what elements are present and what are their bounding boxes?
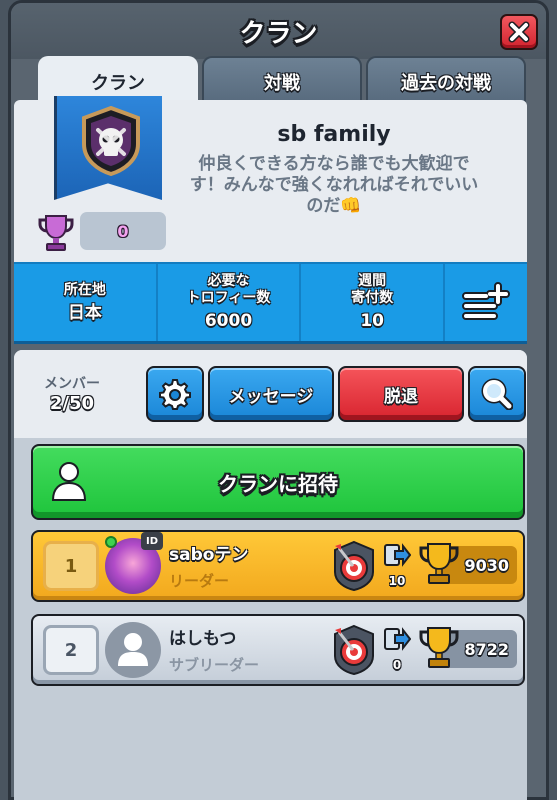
tab-war-history[interactable]: 過去の対戦 <box>366 56 526 106</box>
clan-war-target-icon <box>334 624 374 676</box>
search-button[interactable] <box>468 366 526 422</box>
member-name: はしもつ <box>169 629 237 649</box>
stat-weekly-donations-label: 週間 寄付数 <box>351 273 394 306</box>
clan-settings-button[interactable] <box>146 366 204 422</box>
member-row[interactable]: 2 はしもつ サブリーダー 0 8722 <box>31 614 525 686</box>
member-rank: 1 <box>43 541 99 591</box>
window-title: クラン <box>239 19 318 49</box>
members-count: 2/50 <box>49 393 95 414</box>
clan-description: 仲良くできる方なら誰でも大歓迎です！みんなで強くなれればそれでいいのだ👊 <box>189 154 479 216</box>
member-rank: 2 <box>43 625 99 675</box>
stat-weekly-donations: 週間 寄付数 10 <box>301 264 446 341</box>
members-label: メンバー <box>44 376 100 392</box>
clan-stats-bar: 所在地 日本 必要な トロフィー数 6000 週間 寄付数 10 <box>14 262 527 344</box>
clan-info-card: 0 sb family 仲良くできる方なら誰でも大歓迎です！みんなで強くなれれば… <box>14 96 527 262</box>
donation-count: 10 <box>388 574 406 588</box>
list-add-icon <box>462 281 511 320</box>
donation-count: 0 <box>392 658 402 672</box>
search-icon <box>481 378 513 410</box>
gear-icon <box>159 379 191 410</box>
clan-banner <box>54 96 162 200</box>
clan-name: sb family <box>277 122 391 147</box>
clan-list-button[interactable] <box>445 264 527 341</box>
trophy-icon <box>419 627 459 668</box>
close-icon <box>508 21 530 43</box>
donation-icon <box>384 543 411 567</box>
avatar <box>105 622 161 678</box>
user-icon <box>118 633 148 666</box>
member-name: saboテン <box>169 545 249 565</box>
stat-location: 所在地 日本 <box>14 264 158 341</box>
member-role: サブリーダー <box>169 656 260 674</box>
message-button[interactable]: メッセージ <box>208 366 334 422</box>
member-row[interactable]: 1 ID saboテン リーダー 10 9030 <box>31 530 525 602</box>
title-bar: クラン <box>11 3 546 59</box>
trophy-icon <box>419 543 459 584</box>
stat-required-trophies-label: 必要な トロフィー数 <box>186 273 271 306</box>
clan-war-target-icon <box>334 540 374 592</box>
clan-trophy-count: 0 <box>80 212 166 250</box>
invite-to-clan-button[interactable]: クランに招待 <box>31 444 525 520</box>
donation-icon <box>384 627 411 651</box>
trophy-icon <box>38 215 74 251</box>
online-status-icon <box>105 536 117 548</box>
close-button[interactable] <box>500 14 538 50</box>
id-badge: ID <box>141 532 163 550</box>
tab-war[interactable]: 対戦 <box>202 56 362 106</box>
leave-clan-button[interactable]: 脱退 <box>338 366 464 422</box>
stat-required-trophies: 必要な トロフィー数 6000 <box>158 264 302 341</box>
member-role: リーダー <box>169 572 230 590</box>
skull-shield-icon <box>82 106 140 176</box>
